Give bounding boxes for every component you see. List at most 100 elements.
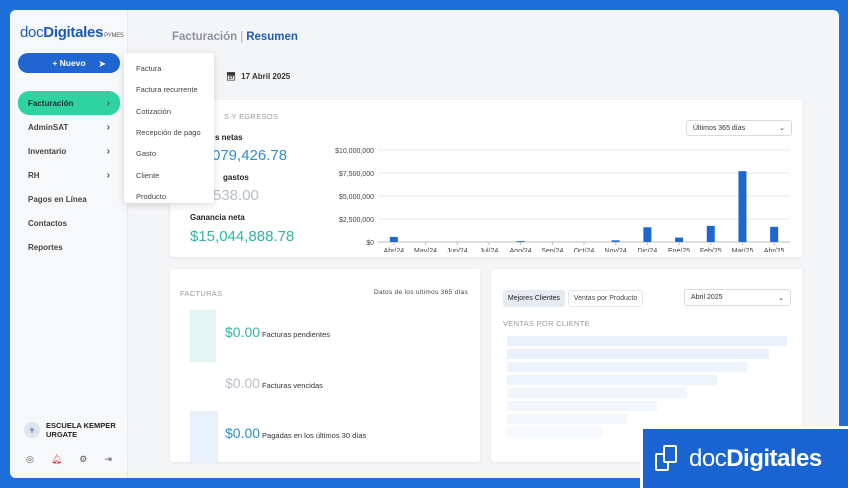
user-profile[interactable]: ⚜ ESCUELA KEMPER URGATE: [24, 421, 116, 439]
chart-svg: $10,000,000 $7,500,000 $5,000,000 $2,500,00…: [335, 148, 790, 255]
chart-bar: [706, 225, 715, 242]
breadcrumb-separator: |: [240, 31, 244, 43]
menu-item-factura[interactable]: Factura: [124, 58, 214, 79]
gear-icon[interactable]: ⚙: [79, 454, 87, 465]
bar-placeholder: [507, 375, 717, 385]
chevron-down-icon: ⌄: [779, 125, 785, 132]
facturas-title: FACTURAS: [180, 289, 223, 298]
new-menu-dropdown: Factura Factura recurrente Cotización Re…: [124, 53, 214, 203]
chart-x-tick-label: Nov/24: [605, 248, 627, 252]
chart-y-tick-label: $0: [366, 240, 374, 247]
breadcrumb-current: Resumen: [246, 31, 298, 43]
facturas-vencidas-row[interactable]: $0.00 Facturas vencidas: [225, 375, 323, 391]
chart-x-tick-label: Mar/25: [732, 248, 754, 252]
sidebar-item-rh[interactable]: RH ›: [18, 163, 120, 187]
pendientes-amount: $0.00: [225, 324, 261, 340]
menu-item-recepcion-pago[interactable]: Recepción de pago: [124, 122, 214, 143]
menu-item-gasto[interactable]: Gasto: [124, 143, 214, 164]
tab-ventas-producto[interactable]: Ventas por Producto: [568, 290, 643, 307]
pagadas-amount: $0.00: [225, 425, 261, 441]
chart-bar: [770, 226, 779, 242]
sidebar-footer-icons: ◎ 🔔︎ ⚙ ⇥: [26, 454, 112, 465]
menu-item-cotizacion[interactable]: Cotización: [124, 101, 214, 122]
sidebar-item-inventario[interactable]: Inventario ›: [18, 139, 120, 163]
chart-x-tick-label: Abr/25: [764, 248, 785, 252]
chart-y-tick-label: $5,000,000: [339, 194, 374, 201]
brand-badge: docDigitales: [640, 426, 848, 488]
chart-x-tick-label: Dic/24: [637, 248, 657, 252]
badge-bold: Digitales: [726, 444, 822, 472]
bar-placeholder: [507, 427, 602, 437]
menu-item-factura-recurrente[interactable]: Factura recurrente: [124, 79, 214, 100]
chart-y-tick-label: $10,000,000: [335, 148, 374, 155]
chevron-right-icon: ›: [106, 145, 110, 157]
user-name: ESCUELA KEMPER URGATE: [46, 421, 116, 439]
page-title: Facturación | Resumen: [172, 31, 298, 43]
sidebar-item-contactos[interactable]: Contactos: [18, 211, 120, 235]
bell-icon[interactable]: 🔔︎: [51, 454, 62, 465]
sidebar-item-label: Contactos: [28, 218, 68, 228]
placeholder-block: [190, 411, 218, 463]
month-select[interactable]: Abril 2025 ⌄: [684, 289, 791, 306]
avatar: ⚜: [24, 422, 40, 438]
sidebar-item-label: Facturación: [28, 98, 74, 108]
chart-x-tick-label: Jul/24: [480, 248, 499, 252]
user-name-line2: URGATE: [46, 430, 78, 439]
vencidas-amount: $0.00: [225, 375, 261, 391]
chevron-right-icon: ›: [106, 97, 110, 109]
sidebar-item-pagos[interactable]: Pagos en Línea: [18, 187, 120, 211]
chart-bar: [516, 241, 525, 242]
period-select-value: Últimos 365 días: [693, 124, 746, 132]
chart-x-tick-label: Sep/24: [541, 248, 563, 252]
app-logo[interactable]: docDigitalesPYMES: [20, 24, 124, 41]
tab-mejores-clientes[interactable]: Mejores Clientes: [503, 290, 565, 307]
chart-bar: [675, 237, 684, 242]
chart-x-tick-label: Abr/24: [384, 248, 405, 252]
bar-placeholder: [507, 388, 687, 398]
mouse-cursor-icon: ➤: [98, 59, 107, 70]
sidebar-nav: Facturación › AdminSAT › Inventario › RH…: [18, 91, 120, 259]
chart-x-tick-label: Jun/24: [447, 248, 468, 252]
bar-placeholder: [507, 336, 787, 346]
chart-bar: [738, 171, 747, 242]
sales-bar-chart: $10,000,000 $7,500,000 $5,000,000 $2,500,00…: [310, 142, 795, 255]
chart-x-tick-label: Feb/25: [700, 248, 722, 252]
bar-placeholder: [507, 414, 627, 424]
date-text: 17 Abril 2025: [241, 72, 291, 81]
breadcrumb-section[interactable]: Facturación: [172, 31, 237, 43]
sidebar: docDigitalesPYMES + Nuevo ➤ Facturación …: [10, 10, 128, 478]
chart-y-tick-label: $7,500,000: [339, 171, 374, 178]
date-display: 📅︎ 17 Abril 2025: [226, 72, 290, 81]
user-name-line1: ESCUELA KEMPER: [46, 421, 116, 430]
chart-bar: [389, 236, 398, 242]
chevron-right-icon: ›: [106, 121, 110, 133]
gastos-label: gastos: [223, 173, 249, 182]
chart-x-tick-label: Oct/24: [574, 248, 595, 252]
chart-x-tick-label: Ago/24: [510, 248, 532, 252]
chart-bar: [643, 227, 652, 242]
chevron-down-icon: ⌄: [778, 294, 784, 302]
facturas-pagadas-row[interactable]: $0.00 Pagadas en los últimos 30 días: [225, 425, 366, 441]
facturas-period: Datos de los últimos 365 días: [374, 289, 468, 296]
sidebar-item-label: AdminSAT: [28, 122, 69, 132]
user-circle-icon[interactable]: ◎: [26, 454, 34, 465]
ventas-cliente-title: VENTAS POR CLIENTE: [503, 319, 590, 328]
menu-item-producto[interactable]: Producto: [124, 186, 214, 207]
logo-suffix: PYMES: [104, 33, 124, 39]
chart-x-tick-label: Ene/25: [668, 248, 690, 252]
bar-placeholder: [507, 362, 747, 372]
chart-bar: [611, 240, 620, 242]
sidebar-item-reportes[interactable]: Reportes: [18, 235, 120, 259]
sidebar-item-label: RH: [28, 170, 40, 180]
period-select[interactable]: Últimos 365 días ⌄: [686, 120, 792, 136]
badge-logo-text: docDigitales: [689, 445, 822, 473]
sidebar-item-adminsat[interactable]: AdminSAT ›: [18, 115, 120, 139]
app-window: docDigitalesPYMES + Nuevo ➤ Facturación …: [10, 10, 839, 478]
badge-light: doc: [689, 444, 727, 472]
pendientes-label: Facturas pendientes: [262, 330, 331, 339]
sidebar-item-facturacion[interactable]: Facturación ›: [18, 91, 120, 115]
facturas-pendientes-row[interactable]: $0.00 Facturas pendientes: [225, 324, 330, 340]
logout-icon[interactable]: ⇥: [104, 454, 112, 465]
menu-item-cliente[interactable]: Cliente: [124, 164, 214, 185]
placeholder-block: [190, 310, 216, 362]
